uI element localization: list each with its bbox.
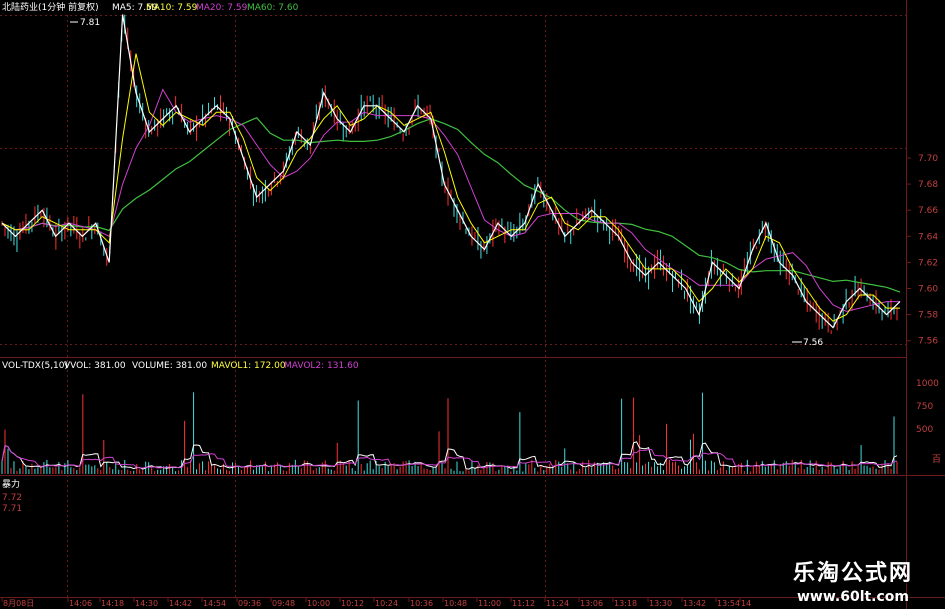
volume-bars [1,392,898,474]
ma5-line [1,14,901,329]
time-tick: 13:42 [683,599,706,608]
price-tick: 7.66 [918,206,938,216]
low-label: 7.56 [803,338,823,348]
time-tick: 11:00 [478,599,501,608]
high-label: 7.81 [80,18,100,28]
mavol2-label: MAVOL2: 131.60 [284,361,359,371]
kline-chart: 北陆药业(1分钟 前复权) MA5: 7.59 MA10: 7.59 MA20:… [0,0,945,609]
time-tick: 11:12 [512,599,535,608]
time-tick: 10:24 [375,599,398,608]
volume-axis: 1000 750 500 [916,379,939,435]
price-tick: 7.64 [918,232,938,242]
third-panel-value-1: 7.72 [2,493,22,503]
watermark-title: 乐淘公式网 [792,561,913,586]
ma10-label: MA10: 7.59 [146,3,198,13]
time-tick: 10:48 [444,599,467,608]
volume-label: VOLUME: 381.00 [132,361,207,371]
price-tick: 7.70 [918,154,938,164]
time-tick: 10:36 [410,599,433,608]
ma20-line [1,88,900,312]
ma60-label: MA60: 7.60 [247,3,299,13]
price-tick: 7.56 [918,337,938,347]
vvol-label: VVOL: 381.00 [64,361,126,371]
time-tick: 09:36 [238,599,261,608]
time-tick: 14:18 [101,599,124,608]
ma20-label: MA20: 7.59 [196,3,248,13]
ma60-line [1,116,901,293]
time-tick: 8月08日 [3,599,34,608]
time-tick: 14:30 [135,599,158,608]
candles [1,14,898,334]
stock-label: 北陆药业(1分钟 前复权) [2,1,99,13]
volume-tick: 500 [916,425,933,435]
time-tick: 11:24 [546,599,569,608]
time-tick: 10:12 [341,599,364,608]
grid [0,0,945,609]
price-tick: 7.60 [918,285,938,295]
time-tick: 14:54 [203,599,226,608]
time-tick: 13:06 [580,599,603,608]
time-tick: 14 [741,599,751,608]
time-tick: 13:30 [649,599,672,608]
watermark: 乐淘公式网 www.60lt.com [768,555,938,605]
watermark-url: www.60lt.com [796,589,910,605]
time-tick: 10:00 [307,599,330,608]
high-marker: 7.81 [70,18,100,28]
mavol1-label: MAVOL1: 172.00 [211,361,286,371]
third-panel-value-2: 7.71 [2,504,22,514]
price-tick: 7.62 [918,258,938,268]
time-tick: 13:18 [614,599,637,608]
time-tick: 14:06 [69,599,92,608]
ma-lines [1,14,901,329]
time-tick: 14:42 [169,599,192,608]
low-marker: 7.56 [792,338,823,348]
volume-tick: 750 [916,402,933,412]
time-tick: 13:54 [717,599,740,608]
price-tick: 7.58 [918,311,938,321]
vol-indicator: VOL-TDX(5,10) [2,361,68,371]
volume-tick: 1000 [916,379,939,389]
price-axis: 7.70 7.68 7.66 7.64 7.62 7.60 7.58 7.56 [906,154,938,347]
price-tick: 7.68 [918,180,938,190]
time-axis: 8月08日 14:06 14:18 14:30 14:42 14:54 09:36 09:48… [1,598,751,608]
third-panel-label: 暴力 [2,478,20,490]
time-tick: 09:48 [272,599,295,608]
volume-unit: 百 [932,454,941,465]
